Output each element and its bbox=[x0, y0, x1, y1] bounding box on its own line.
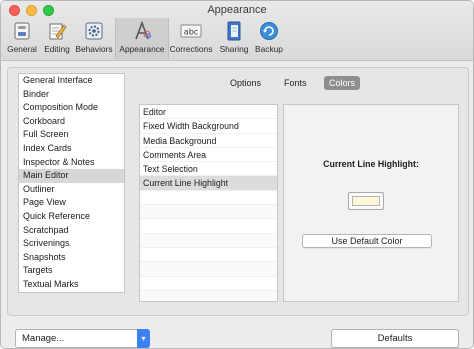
toolbar-backup-label: Backup bbox=[255, 44, 283, 54]
manage-popup-button[interactable]: Manage... ▾ bbox=[15, 329, 150, 348]
empty-row bbox=[140, 290, 277, 301]
toolbar-editing[interactable]: Editing bbox=[41, 18, 73, 59]
toolbar-editing-label: Editing bbox=[44, 44, 70, 54]
toolbar-general-label: General bbox=[7, 44, 37, 54]
sidebar-item-full-screen[interactable]: Full Screen bbox=[19, 128, 124, 142]
document-share-icon bbox=[227, 21, 241, 41]
sidebar-item-snapshots[interactable]: Snapshots bbox=[19, 251, 124, 265]
toolbar-appearance-label: Appearance bbox=[119, 44, 165, 54]
list-item-editor[interactable]: Editor bbox=[140, 105, 277, 120]
tab-options[interactable]: Options bbox=[230, 76, 261, 90]
sidebar-item-scratchpad[interactable]: Scratchpad bbox=[19, 224, 124, 238]
toolbar-general[interactable]: General bbox=[5, 18, 39, 59]
empty-row bbox=[140, 233, 277, 248]
backup-arrows-icon bbox=[260, 22, 278, 40]
empty-row bbox=[140, 191, 277, 206]
content-panel: General Interface Binder Composition Mod… bbox=[7, 67, 469, 316]
list-item-text-selection[interactable]: Text Selection bbox=[140, 162, 277, 177]
toolbar-sharing[interactable]: Sharing bbox=[216, 18, 252, 59]
list-item-comments-area[interactable]: Comments Area bbox=[140, 148, 277, 163]
window-title: Appearance bbox=[207, 4, 267, 16]
toolbar-corrections-label: Corrections bbox=[169, 44, 213, 54]
sidebar-item-quick-reference[interactable]: Quick Reference bbox=[19, 210, 124, 224]
letter-a-palette-icon bbox=[135, 21, 151, 40]
svg-text:abc: abc bbox=[184, 28, 198, 37]
pencil-note-icon bbox=[49, 23, 67, 40]
sidebar: General Interface Binder Composition Mod… bbox=[18, 73, 125, 293]
tab-colors[interactable]: Colors bbox=[324, 76, 361, 90]
empty-row bbox=[140, 262, 277, 277]
gear-box-icon bbox=[85, 22, 103, 40]
empty-row bbox=[140, 219, 277, 234]
general-switch-icon bbox=[14, 22, 30, 40]
toolbar-corrections[interactable]: abc Corrections bbox=[168, 18, 214, 59]
manage-label: Manage... bbox=[22, 333, 65, 344]
toolbar-sharing-label: Sharing bbox=[219, 44, 249, 54]
color-detail-panel: Current Line Highlight: Use Default Colo… bbox=[283, 104, 459, 302]
sidebar-item-binder[interactable]: Binder bbox=[19, 88, 124, 102]
use-default-color-button[interactable]: Use Default Color bbox=[302, 234, 432, 248]
sidebar-item-scrivenings[interactable]: Scrivenings bbox=[19, 237, 124, 251]
sidebar-item-corkboard[interactable]: Corkboard bbox=[19, 115, 124, 129]
empty-row bbox=[140, 248, 277, 263]
empty-row bbox=[140, 205, 277, 220]
color-well[interactable] bbox=[348, 192, 384, 210]
sidebar-item-inspector-notes[interactable]: Inspector & Notes bbox=[19, 156, 124, 170]
toolbar-behaviors[interactable]: Behaviors bbox=[74, 18, 114, 59]
sidebar-item-outliner[interactable]: Outliner bbox=[19, 183, 124, 197]
defaults-button[interactable]: Defaults bbox=[331, 329, 459, 348]
sidebar-item-general-interface[interactable]: General Interface bbox=[19, 74, 124, 88]
sidebar-item-textual-marks[interactable]: Textual Marks bbox=[19, 278, 124, 292]
toolbar-behaviors-label: Behaviors bbox=[75, 44, 113, 54]
sidebar-item-main-editor[interactable]: Main Editor bbox=[19, 169, 124, 183]
list-item-media-background[interactable]: Media Background bbox=[140, 134, 277, 148]
color-swatch bbox=[352, 196, 380, 206]
sidebar-item-composition-mode[interactable]: Composition Mode bbox=[19, 101, 124, 115]
toolbar-backup[interactable]: Backup bbox=[253, 18, 285, 59]
toolbar-appearance[interactable]: Appearance bbox=[115, 18, 169, 59]
list-item-current-line-highlight[interactable]: Current Line Highlight bbox=[140, 176, 277, 191]
abc-icon: abc bbox=[180, 24, 202, 38]
chevron-down-icon: ▾ bbox=[137, 329, 150, 348]
toolbar: Appearance General Editing Behaviors App… bbox=[1, 1, 473, 61]
list-item-fixed-width-background[interactable]: Fixed Width Background bbox=[140, 119, 277, 134]
tab-fonts[interactable]: Fonts bbox=[284, 76, 307, 90]
preferences-window: Appearance General Editing Behaviors App… bbox=[0, 0, 474, 349]
color-element-list: Editor Fixed Width Background Media Back… bbox=[139, 104, 278, 302]
sidebar-item-targets[interactable]: Targets bbox=[19, 264, 124, 278]
sidebar-item-index-cards[interactable]: Index Cards bbox=[19, 142, 124, 156]
empty-row bbox=[140, 277, 277, 291]
sidebar-item-page-view[interactable]: Page View bbox=[19, 196, 124, 210]
color-detail-label: Current Line Highlight: bbox=[323, 159, 419, 169]
